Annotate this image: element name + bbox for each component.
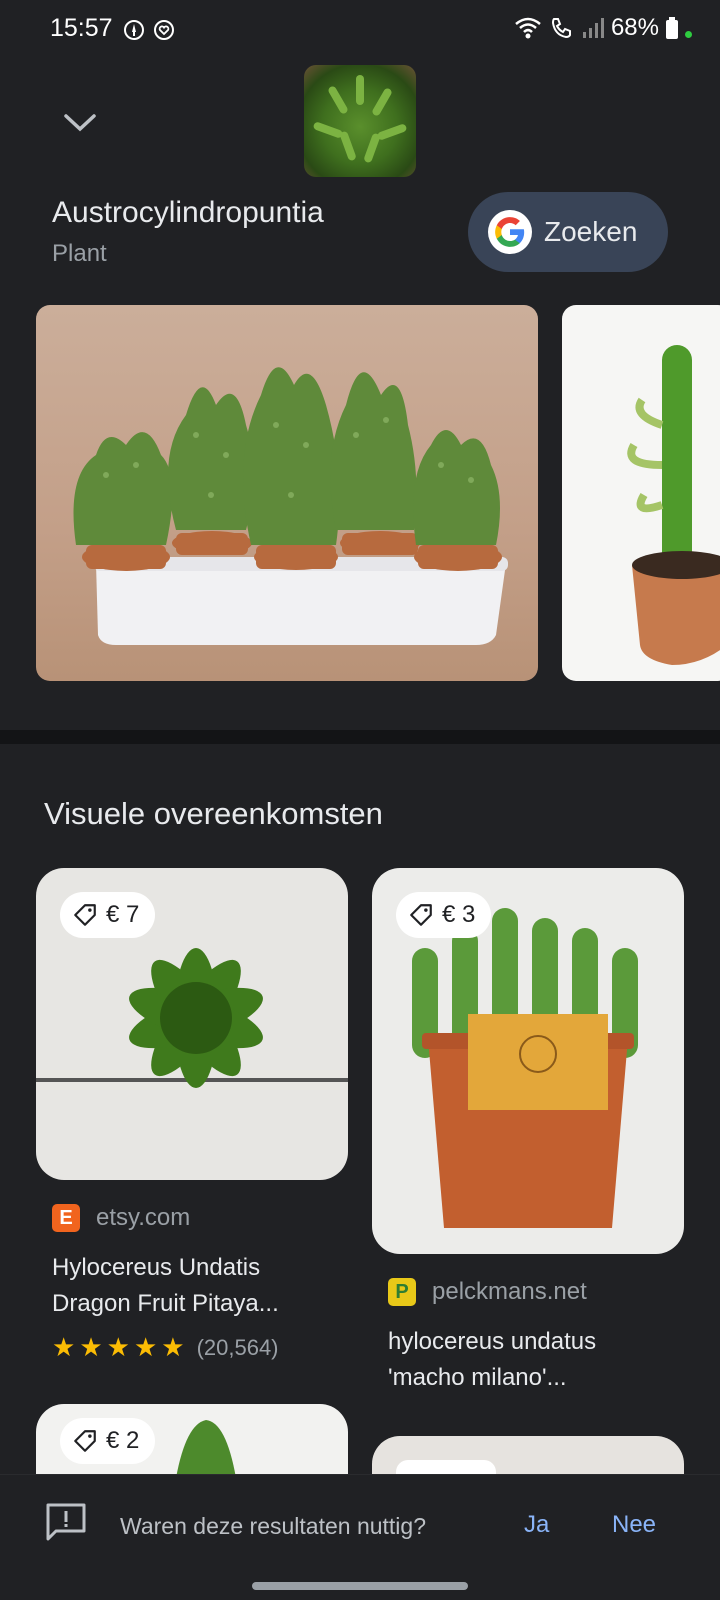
result-source[interactable]: P pelckmans.net (388, 1278, 587, 1306)
rating-count: (20,564) (196, 1334, 279, 1360)
feedback-icon (46, 1503, 86, 1541)
status-right: 68% (513, 14, 692, 42)
search-button[interactable]: Zoeken (468, 192, 668, 272)
price-value: € 2 (106, 1427, 140, 1454)
result-title-line: Dragon Fruit Pitaya... (52, 1290, 279, 1317)
price-tag: € 3 (396, 892, 492, 938)
search-button-label: Zoeken (544, 216, 638, 247)
source-domain: etsy.com (96, 1204, 191, 1231)
notification-icon (124, 20, 144, 40)
status-bar: 15:57 68% (0, 0, 720, 60)
price-tag: € 2 (60, 1418, 156, 1464)
price-value: € 3 (442, 901, 476, 928)
wifi-calling-icon (551, 18, 571, 39)
status-time: 15:57 (50, 14, 113, 42)
price-tag: € 7 (60, 892, 156, 938)
battery-percentage: 68% (610, 14, 659, 41)
google-logo-icon (488, 210, 532, 254)
star-icon: ★ (79, 1332, 103, 1362)
section-divider (0, 730, 720, 744)
price-value: € 7 (106, 901, 140, 928)
pelckmans-icon: P (388, 1278, 416, 1306)
result-source[interactable]: E etsy.com (52, 1204, 190, 1232)
result-card-image[interactable]: € 2 (36, 1404, 348, 1478)
star-icon: ★ (106, 1332, 130, 1362)
heart-icon (154, 20, 174, 40)
price-tag-icon (74, 904, 96, 926)
query-image-thumbnail[interactable] (304, 65, 416, 177)
entity-title: Austrocylindropuntia (52, 196, 324, 229)
star-icon: ★ (52, 1332, 76, 1362)
result-title-line: Hylocereus Undatis (52, 1254, 261, 1281)
status-left-icons (122, 18, 176, 42)
entity-subtitle: Plant (52, 240, 107, 267)
carousel-image[interactable] (36, 305, 538, 681)
home-indicator[interactable] (252, 1582, 468, 1590)
feedback-yes-button[interactable]: Ja (524, 1511, 549, 1539)
source-domain: pelckmans.net (432, 1278, 587, 1305)
collapse-button[interactable] (58, 100, 102, 144)
section-title: Visuele overeenkomsten (44, 796, 383, 831)
result-title-line: 'macho milano'... (388, 1364, 567, 1391)
result-card-image[interactable]: € 3 (372, 868, 684, 1254)
result-title[interactable]: Hylocereus Undatis Dragon Fruit Pitaya..… (52, 1250, 352, 1322)
signal-icon (582, 18, 604, 38)
wifi-icon (515, 17, 541, 39)
etsy-icon: E (52, 1204, 80, 1232)
result-title[interactable]: hylocereus undatus 'macho milano'... (388, 1324, 688, 1396)
battery-icon (666, 17, 678, 39)
rating: ★ ★ ★ ★ ★ (20,564) (52, 1332, 279, 1363)
price-tag-icon (74, 1430, 96, 1452)
feedback-no-button[interactable]: Nee (612, 1511, 656, 1539)
feedback-question: Waren deze resultaten nuttig? (120, 1513, 426, 1539)
chevron-down-icon (64, 114, 96, 132)
privacy-indicator (685, 30, 692, 38)
result-card-image[interactable] (372, 1436, 684, 1476)
star-icon: ★ (133, 1332, 158, 1362)
result-card-image[interactable]: € 7 (36, 868, 348, 1180)
result-title-line: hylocereus undatus (388, 1328, 597, 1355)
price-tag-icon (410, 904, 432, 926)
carousel-image[interactable] (562, 305, 720, 681)
star-icon: ★ (161, 1332, 185, 1362)
